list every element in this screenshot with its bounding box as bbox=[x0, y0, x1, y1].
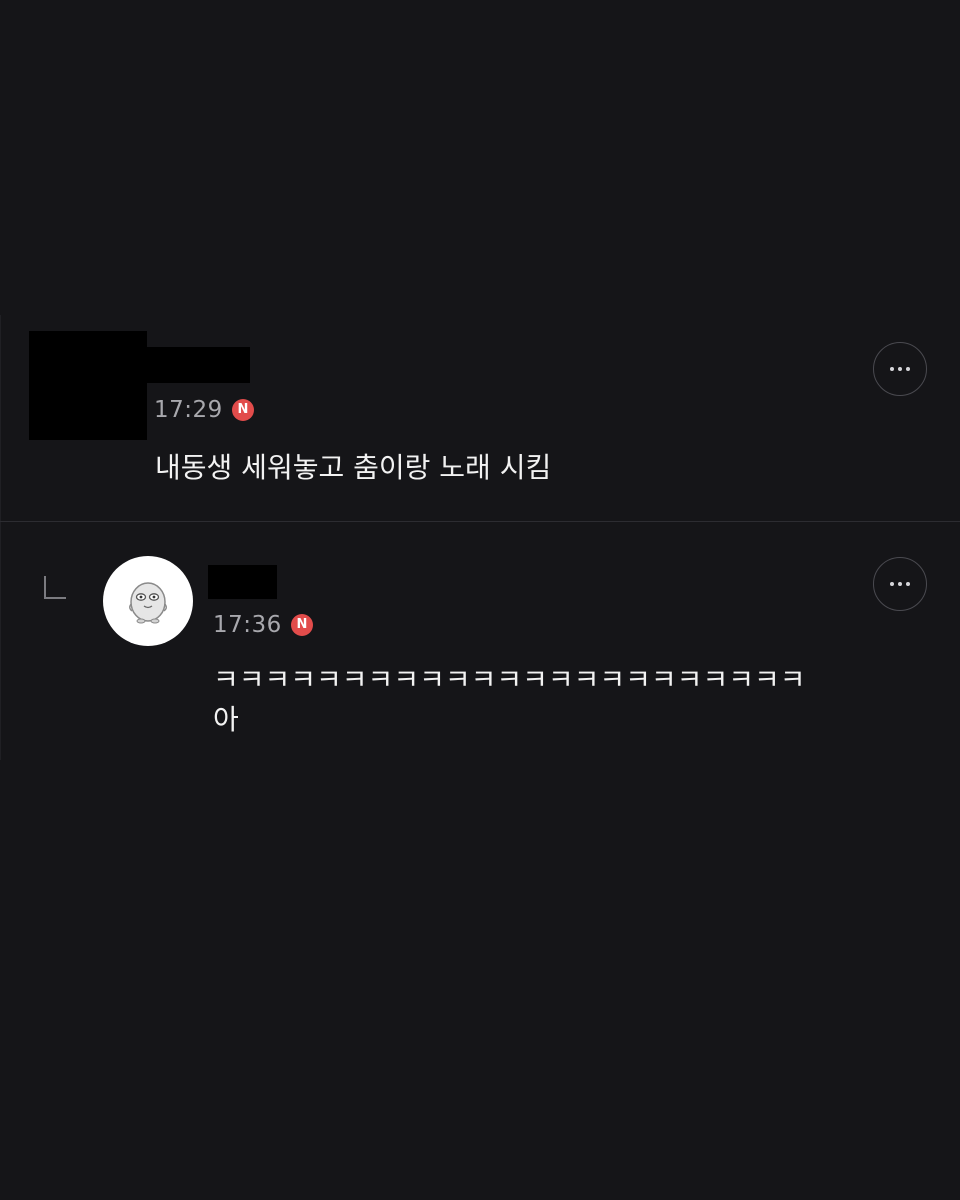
new-badge: N bbox=[291, 614, 313, 636]
reply-text-line-1: ㅋㅋㅋㅋㅋㅋㅋㅋㅋㅋㅋㅋㅋㅋㅋㅋㅋㅋㅋㅋㅋㅋㅋ bbox=[213, 663, 806, 696]
comment-text: 내동생 세워놓고 춤이랑 노래 시킴 bbox=[155, 451, 552, 484]
redacted-author-name bbox=[147, 347, 250, 383]
more-options-button[interactable] bbox=[873, 557, 927, 611]
comment-timestamp: 17:29 bbox=[154, 397, 223, 423]
character-avatar-icon[interactable] bbox=[103, 556, 193, 646]
ellipsis-icon bbox=[890, 582, 894, 586]
reply-text: ㅋㅋㅋㅋㅋㅋㅋㅋㅋㅋㅋㅋㅋㅋㅋㅋㅋㅋㅋㅋㅋㅋㅋ 아 bbox=[213, 660, 913, 740]
redacted-author-name bbox=[208, 565, 277, 599]
more-options-button[interactable] bbox=[873, 342, 927, 396]
new-badge: N bbox=[232, 399, 254, 421]
reply-text-line-2: 아 bbox=[213, 703, 239, 736]
avatar-character-drawing bbox=[129, 582, 167, 624]
ellipsis-icon bbox=[890, 367, 894, 371]
redacted-avatar bbox=[29, 331, 147, 440]
reply-timestamp: 17:36 bbox=[213, 612, 282, 638]
reply-arrow-icon bbox=[44, 576, 66, 599]
